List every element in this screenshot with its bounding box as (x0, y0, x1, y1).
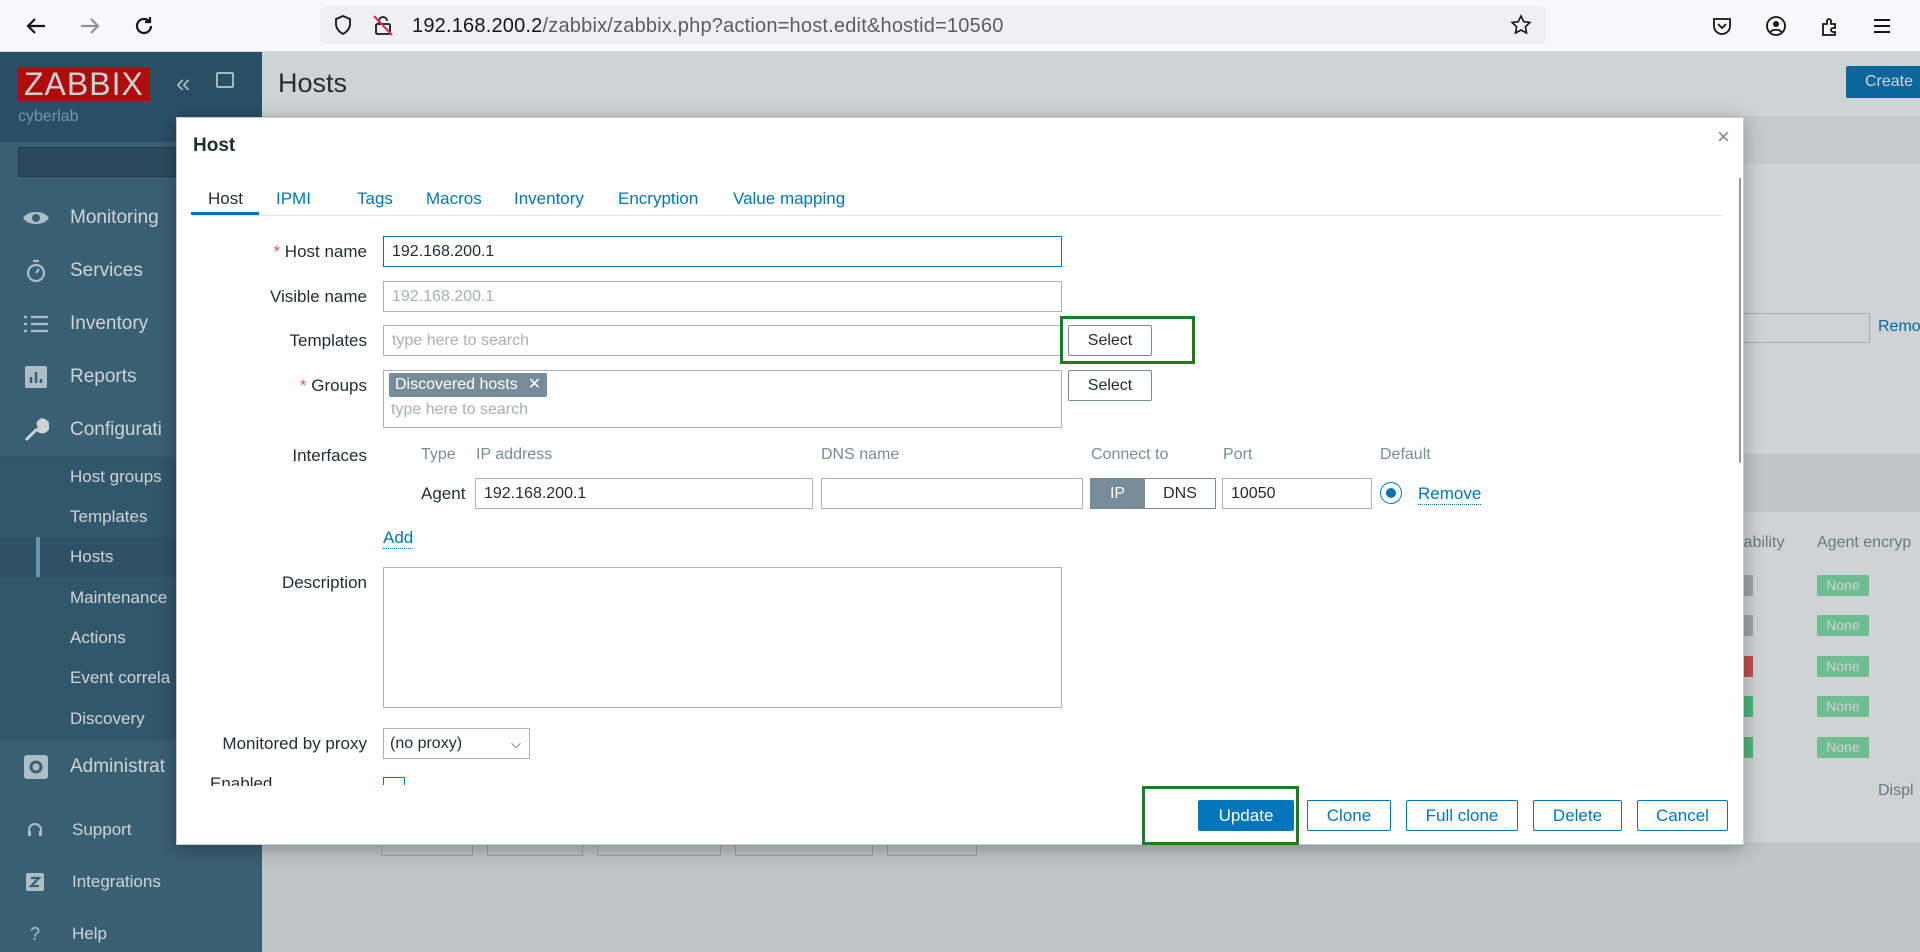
iface-ip-input[interactable]: 192.168.200.1 (475, 478, 813, 509)
url-text: 192.168.200.2/zabbix/zabbix.php?action=h… (412, 15, 1004, 37)
tab-value-mapping[interactable]: Value mapping (733, 189, 845, 209)
connect-dns-toggle[interactable]: DNS (1144, 478, 1216, 509)
active-tab-indicator (191, 212, 259, 215)
enabled-checkbox[interactable] (383, 777, 405, 785)
groups-search-placeholder[interactable]: type here to search (391, 401, 528, 419)
interfaces-label: Interfaces (292, 446, 367, 465)
url-bar[interactable]: 192.168.200.2/zabbix/zabbix.php?action=h… (320, 6, 1546, 44)
host-name-label: * Host name (273, 242, 367, 261)
dialog-scrollbar[interactable] (1739, 178, 1741, 463)
delete-button[interactable]: Delete (1533, 800, 1622, 831)
chevron-down-icon: ⌵ (511, 736, 521, 751)
chip-remove-icon[interactable]: ✕ (528, 376, 541, 393)
enabled-label: Enabled (210, 774, 273, 786)
visible-name-input[interactable]: 192.168.200.1 (383, 281, 1062, 312)
iface-type: Agent (421, 484, 466, 503)
highlight-box (1142, 786, 1299, 845)
groups-label: * Groups (299, 376, 367, 395)
visible-name-label: Visible name (269, 287, 367, 306)
full-clone-button[interactable]: Full clone (1406, 800, 1518, 831)
iface-header-type: Type (421, 446, 456, 463)
connect-ip-toggle[interactable]: IP (1090, 478, 1145, 509)
add-interface-link[interactable]: Add (383, 528, 414, 549)
bookmark-star-icon[interactable] (1510, 14, 1532, 36)
groups-select-button[interactable]: Select (1068, 370, 1152, 401)
tab-inventory[interactable]: Inventory (514, 189, 584, 209)
extensions-icon[interactable] (1816, 12, 1844, 40)
iface-header-connect: Connect to (1091, 446, 1169, 463)
templates-label: Templates (289, 331, 367, 350)
account-icon[interactable] (1762, 12, 1790, 40)
templates-search-input[interactable]: type here to search (383, 325, 1062, 356)
cancel-button[interactable]: Cancel (1637, 800, 1728, 831)
close-icon[interactable]: × (1717, 124, 1730, 150)
dialog-tabs: Host IPMI Tags Macros Inventory Encrypti… (192, 180, 1722, 216)
clone-button[interactable]: Clone (1307, 800, 1391, 831)
tab-encryption[interactable]: Encryption (618, 189, 698, 209)
iface-header-dns: DNS name (821, 446, 900, 463)
shield-icon[interactable] (332, 14, 354, 36)
dialog-title: Host (193, 135, 236, 156)
reload-icon[interactable] (128, 10, 160, 42)
group-chip-discovered-hosts[interactable]: Discovered hosts ✕ (389, 373, 548, 397)
iface-header-port: Port (1223, 446, 1253, 463)
tab-host[interactable]: Host (208, 189, 243, 209)
description-textarea[interactable] (383, 567, 1062, 708)
tab-macros[interactable]: Macros (426, 189, 482, 209)
proxy-label: Monitored by proxy (222, 734, 367, 753)
iface-port-input[interactable]: 10050 (1222, 478, 1372, 509)
iface-dns-input[interactable] (821, 478, 1083, 509)
back-icon[interactable] (20, 10, 52, 42)
highlight-box (1060, 316, 1195, 364)
pocket-icon[interactable] (1708, 12, 1736, 40)
iface-header-ip: IP address (476, 446, 553, 463)
browser-toolbar: 192.168.200.2/zabbix/zabbix.php?action=h… (0, 0, 1920, 52)
description-label: Description (281, 573, 367, 592)
insecure-lock-icon[interactable] (372, 14, 394, 36)
forward-icon[interactable] (74, 10, 106, 42)
proxy-select[interactable]: (no proxy) ⌵ (383, 728, 530, 759)
iface-header-default: Default (1380, 446, 1431, 463)
tab-tags[interactable]: Tags (357, 189, 393, 209)
remove-interface-link[interactable]: Remove (1418, 484, 1482, 505)
tab-ipmi[interactable]: IPMI (276, 189, 311, 209)
default-interface-radio[interactable] (1380, 482, 1402, 504)
host-name-input[interactable]: 192.168.200.1 (383, 236, 1062, 267)
app-menu-icon[interactable] (1868, 12, 1896, 40)
